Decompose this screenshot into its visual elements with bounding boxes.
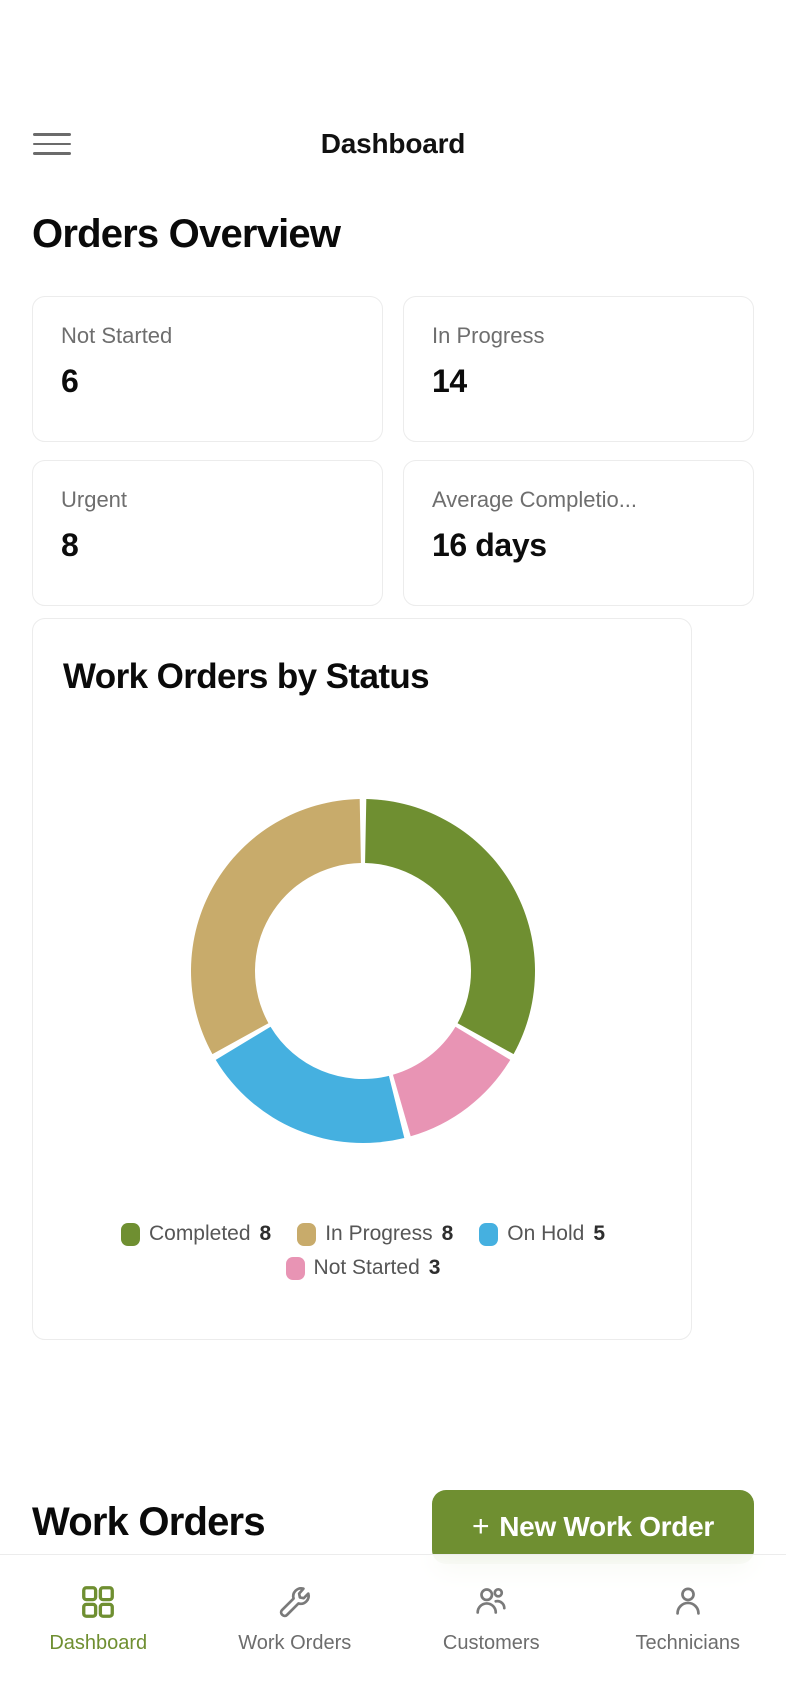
nav-label: Work Orders	[238, 1632, 352, 1654]
donut-chart[interactable]	[187, 795, 539, 1147]
stats-grid: Not Started 6 In Progress 14 Urgent 8 Av…	[32, 296, 754, 606]
donut-slice-completed[interactable]	[365, 799, 535, 1055]
grid-icon	[82, 1586, 115, 1618]
stat-label: Not Started	[61, 323, 173, 348]
legend-swatch-icon	[285, 1256, 305, 1280]
nav-item-dashboard[interactable]: Dashboard	[0, 1583, 197, 1655]
legend-row: Completed 8 In Progress 8 On Hold 5	[51, 1222, 675, 1246]
legend-item-completed[interactable]: Completed 8	[120, 1222, 272, 1246]
nav-label: Customers	[442, 1632, 540, 1654]
stat-value: 6	[61, 363, 79, 399]
stat-label: Average Completio...	[432, 487, 638, 512]
stat-value: 14	[432, 363, 467, 399]
legend-swatch-icon	[297, 1222, 317, 1246]
donut-slice-on-hold[interactable]	[215, 1026, 405, 1143]
donut-chart-svg	[191, 799, 535, 1143]
stat-value: 8	[61, 527, 79, 563]
hamburger-line	[33, 133, 71, 136]
hamburger-menu-icon[interactable]	[33, 129, 71, 159]
bottom-navigation-bar: Dashboard Work Orders Customers Technici…	[0, 1554, 786, 1704]
donut-slice-in-progress[interactable]	[191, 799, 361, 1055]
legend-label: Not Started	[313, 1256, 420, 1279]
chart-legend: Completed 8 In Progress 8 On Hold 5 Not	[33, 1222, 693, 1280]
legend-label: On Hold	[507, 1222, 585, 1245]
donut-chart-container	[33, 771, 693, 1171]
plus-icon: +	[472, 1510, 490, 1543]
page-header-title: Dashboard	[320, 128, 466, 159]
legend-label: In Progress	[325, 1222, 433, 1245]
nav-item-work-orders[interactable]: Work Orders	[197, 1583, 394, 1655]
donut-slice-not-started[interactable]	[392, 1026, 511, 1137]
legend-value: 8	[259, 1222, 272, 1245]
legend-value: 5	[593, 1222, 606, 1245]
nav-item-customers[interactable]: Customers	[393, 1583, 590, 1655]
work-orders-heading: Work Orders	[32, 1500, 266, 1544]
chart-title: Work Orders by Status	[63, 657, 430, 696]
stat-card-not-started[interactable]: Not Started 6	[32, 296, 383, 442]
stat-card-average-completion[interactable]: Average Completio... 16 days	[403, 460, 754, 606]
legend-item-not-started[interactable]: Not Started 3	[285, 1256, 441, 1280]
new-work-order-label: New Work Order	[499, 1511, 714, 1542]
legend-swatch-icon	[120, 1222, 140, 1246]
wrench-icon	[279, 1587, 310, 1618]
nav-label: Dashboard	[49, 1632, 148, 1654]
stat-value: 16 days	[432, 527, 547, 563]
legend-label: Completed	[148, 1222, 251, 1245]
hamburger-line	[33, 142, 71, 146]
stat-label: In Progress	[432, 323, 545, 348]
top-app-bar: Dashboard	[0, 110, 786, 178]
stat-card-in-progress[interactable]: In Progress 14	[403, 296, 754, 442]
page-title: Orders Overview	[32, 212, 341, 256]
new-work-order-button[interactable]: + New Work Order	[432, 1490, 754, 1564]
nav-label: Technicians	[635, 1632, 740, 1654]
legend-swatch-icon	[479, 1222, 499, 1246]
legend-value: 8	[441, 1222, 454, 1245]
legend-item-on-hold[interactable]: On Hold 5	[479, 1222, 605, 1246]
users-icon	[476, 1587, 506, 1614]
legend-item-in-progress[interactable]: In Progress 8	[297, 1222, 453, 1246]
work-orders-by-status-card: Work Orders by Status Completed 8 In Pro…	[32, 618, 692, 1340]
app-screen: Dashboard Orders Overview Not Started 6 …	[0, 0, 786, 1704]
user-icon	[675, 1587, 700, 1615]
nav-item-technicians[interactable]: Technicians	[590, 1583, 786, 1655]
hamburger-line	[33, 152, 71, 155]
legend-value: 3	[428, 1256, 441, 1279]
stat-label: Urgent	[61, 487, 128, 512]
legend-row: Not Started 3	[51, 1256, 675, 1280]
stat-card-urgent[interactable]: Urgent 8	[32, 460, 383, 606]
